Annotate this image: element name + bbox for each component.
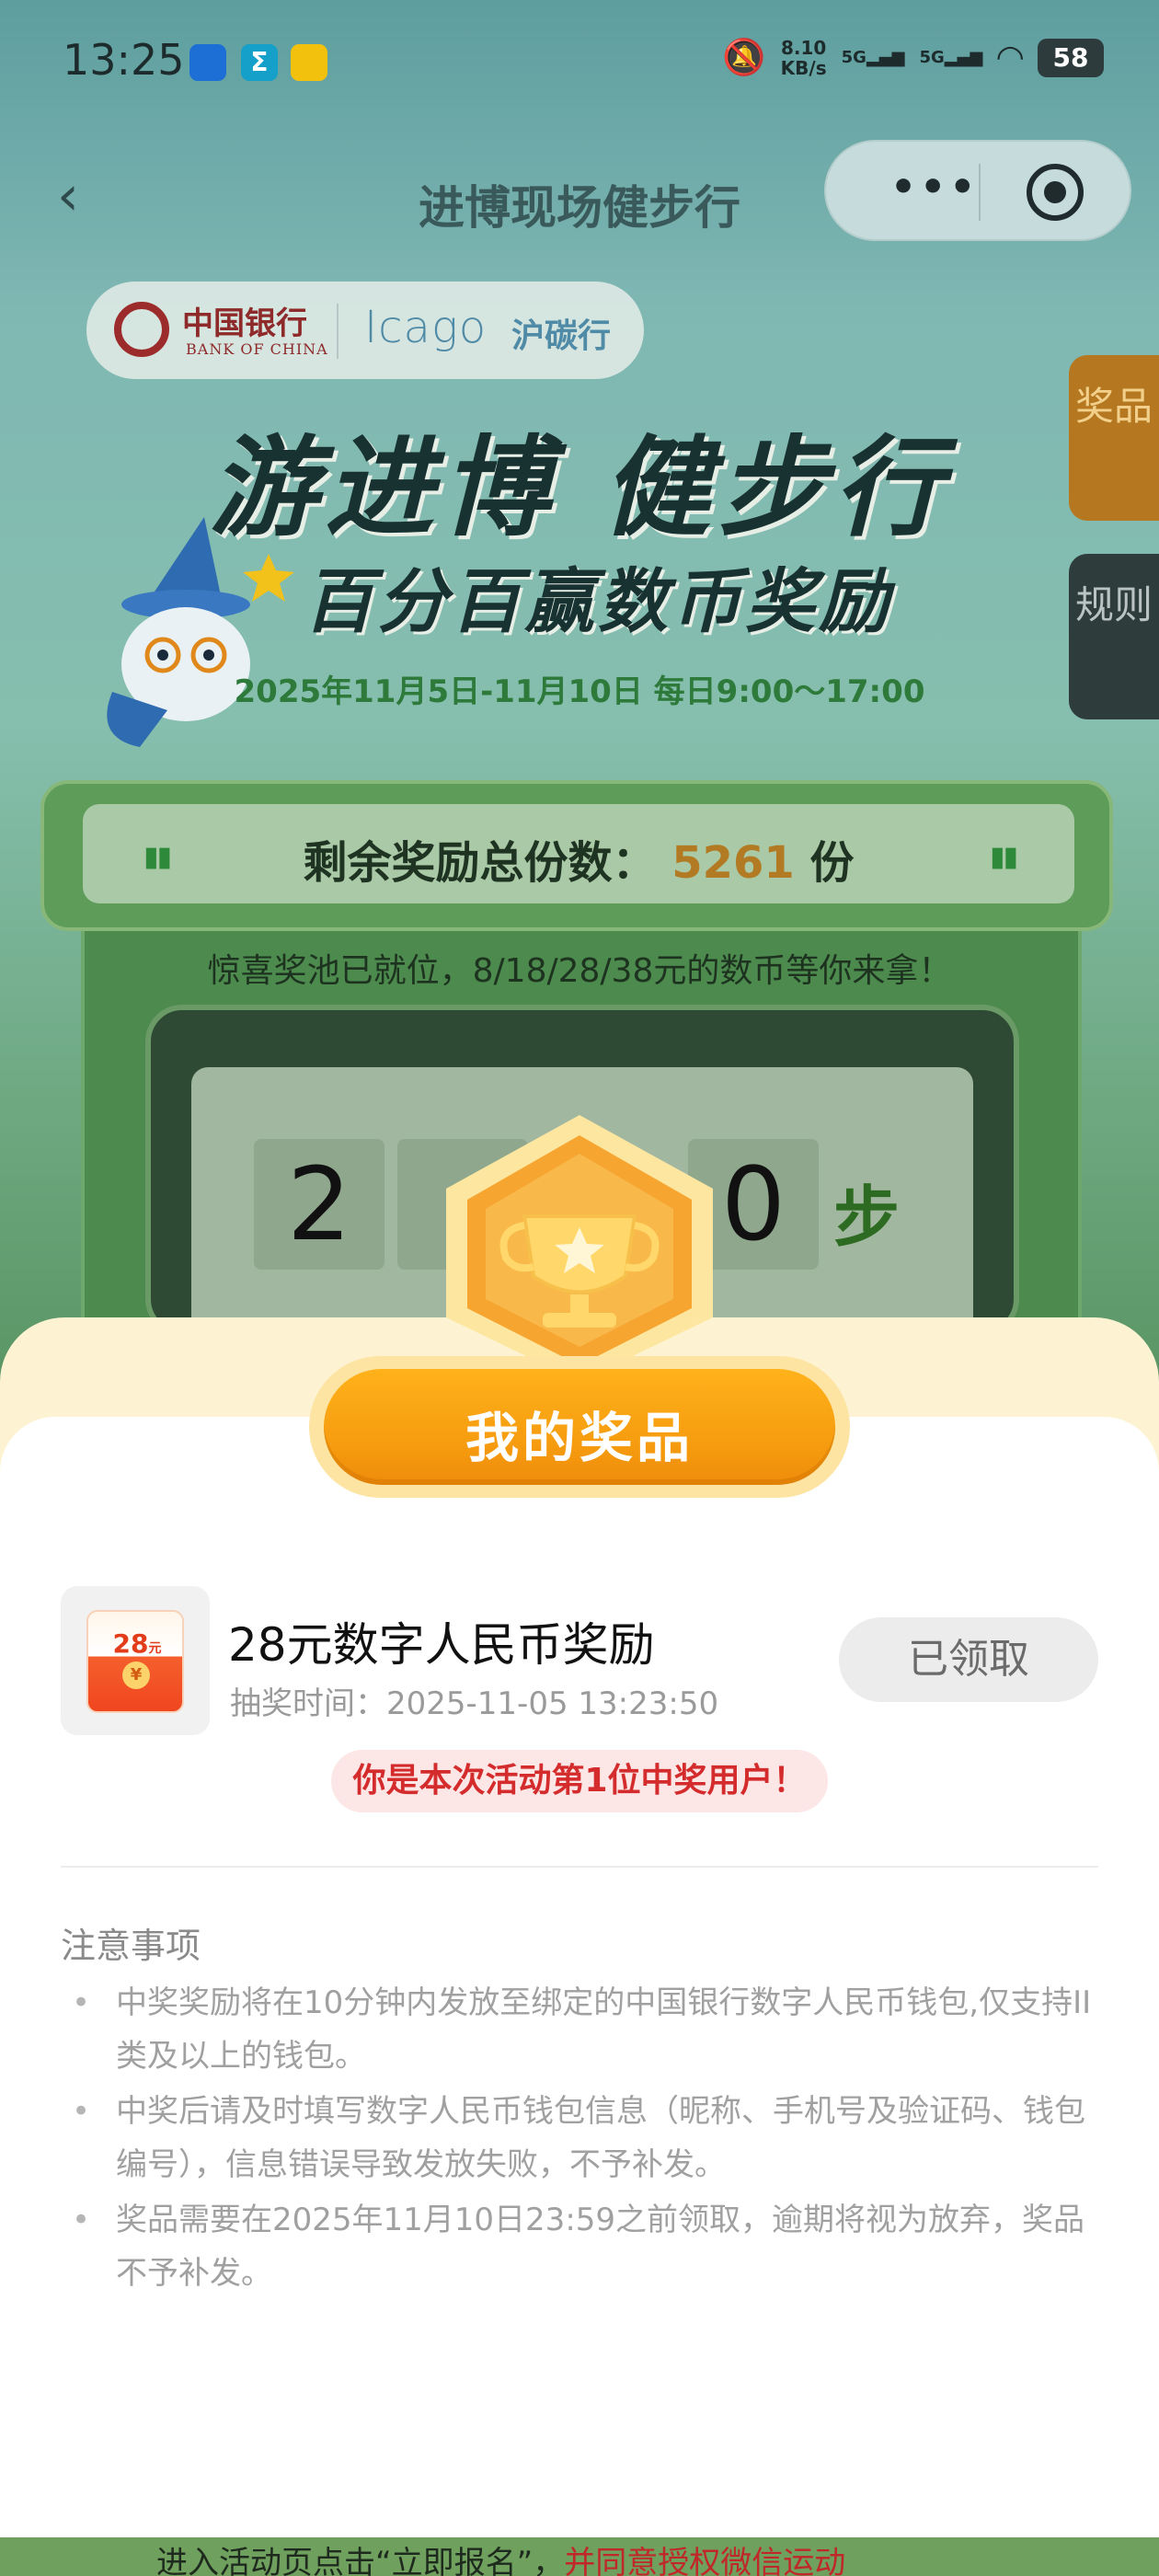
claimed-button[interactable]: 已领取 bbox=[839, 1617, 1098, 1702]
envelope-amount: 28元 bbox=[88, 1628, 186, 1659]
notice-list: 中奖奖励将在10分钟内发放至绑定的中国银行数字人民币钱包,仅支持II类及以上的钱… bbox=[61, 1976, 1098, 2302]
notice-item: 中奖奖励将在10分钟内发放至绑定的中国银行数字人民币钱包,仅支持II类及以上的钱… bbox=[61, 1976, 1098, 2083]
signal-1-label: 5G bbox=[841, 48, 866, 67]
target-icon[interactable] bbox=[1027, 164, 1084, 221]
envelope-amount-value: 28 bbox=[112, 1628, 149, 1659]
signal-icon-2: 5G▂▄▆ bbox=[919, 48, 983, 67]
sigma-app-icon: Σ bbox=[241, 44, 278, 81]
step-digit: 2 bbox=[254, 1139, 384, 1270]
prize-name: 28元数字人民币奖励 bbox=[228, 1618, 655, 1672]
remaining-text: 剩余奖励总份数： 5261 份 bbox=[83, 826, 1074, 891]
background-footer-peek: 进入活动页点击“立即报名”，并同意授权微信运动 bbox=[0, 2537, 1159, 2576]
signal-2-label: 5G bbox=[919, 48, 945, 67]
prize-time-value: 2025-11-05 13:23:50 bbox=[386, 1685, 719, 1722]
footer-peek-red: 并同意授权微信运动 bbox=[564, 2545, 846, 2576]
battery-icon: 58 bbox=[1038, 38, 1104, 77]
prize-thumbnail: 28元 ¥ bbox=[61, 1586, 210, 1735]
network-speed-value: 8.10 bbox=[780, 36, 827, 59]
hutan-logo: 沪碳行 bbox=[511, 317, 612, 355]
notice-item: 中奖后请及时填写数字人民币钱包信息（昵称、手机号及验证码、钱包编号），信息错误导… bbox=[61, 2085, 1098, 2191]
signal-icon-1: 5G▂▄▆ bbox=[841, 48, 905, 67]
remaining-count: 5261 bbox=[671, 837, 795, 889]
step-unit: 步 bbox=[833, 1179, 901, 1256]
prize-pool-text: 惊喜奖池已就位，8/18/28/38元的数币等你来拿！ bbox=[207, 952, 952, 990]
nav-bar: ‹ 进博现场健步行 ••• bbox=[0, 138, 1159, 248]
icago-logo: Icago bbox=[364, 302, 488, 353]
banner-subtitle: 百分百赢数币奖励 bbox=[304, 560, 892, 642]
capsule-divider bbox=[979, 164, 981, 221]
status-right: 🔕 8.10 KB/s 5G▂▄▆ 5G▂▄▆ ◠ 58 bbox=[722, 37, 1104, 78]
remaining-unit: 份 bbox=[809, 837, 855, 889]
app-notification-icon bbox=[189, 44, 226, 81]
winner-badge: 你是本次活动第1位中奖用户！ bbox=[331, 1750, 828, 1812]
sheet-title-pill: 我的奖品 bbox=[309, 1356, 850, 1498]
status-bar: 13:25 Σ 🔕 8.10 KB/s 5G▂▄▆ 5G▂▄▆ ◠ 58 bbox=[0, 0, 1159, 129]
logo-divider bbox=[337, 304, 339, 359]
boc-sub: BANK OF CHINA bbox=[186, 340, 328, 358]
mute-icon: 🔕 bbox=[722, 37, 766, 77]
prize-time-label: 抽奖时间： bbox=[230, 1685, 386, 1722]
right-bars-icon: ▮▮ bbox=[990, 841, 1018, 873]
section-divider bbox=[61, 1866, 1098, 1868]
footer-peek-text: 进入活动页点击“立即报名”，并同意授权微信运动 bbox=[156, 2537, 845, 2576]
copy-app-icon bbox=[291, 44, 327, 81]
more-dots-icon[interactable]: ••• bbox=[890, 164, 979, 211]
remaining-label: 剩余奖励总份数： bbox=[303, 837, 657, 889]
sponsor-logos: 中国银行 BANK OF CHINA Icago 沪碳行 bbox=[86, 282, 644, 379]
footer-peek-dark: 进入活动页点击“立即报名”， bbox=[156, 2545, 565, 2576]
status-time: 13:25 bbox=[63, 35, 185, 85]
mini-program-capsule: ••• bbox=[824, 140, 1131, 241]
remaining-panel: ▮▮ 剩余奖励总份数： 5261 份 ▮▮ bbox=[40, 780, 1113, 931]
wifi-icon: ◠ bbox=[997, 39, 1023, 76]
wizard-mascot-icon bbox=[107, 517, 294, 747]
remaining-inner: ▮▮ 剩余奖励总份数： 5261 份 ▮▮ bbox=[83, 804, 1074, 903]
network-speed: 8.10 KB/s bbox=[781, 38, 827, 78]
prize-draw-time: 抽奖时间：2025-11-05 13:23:50 bbox=[230, 1678, 718, 1723]
envelope-amount-unit: 元 bbox=[148, 1641, 162, 1656]
boc-logo-icon bbox=[114, 302, 169, 357]
boc-name: 中国银行 bbox=[182, 305, 307, 342]
red-envelope-icon: 28元 ¥ bbox=[86, 1610, 184, 1713]
notice-item: 奖品需要在2025年11月10日23:59之前领取，逾期将视为放弃，奖品不予补发… bbox=[61, 2193, 1098, 2300]
coin-icon: ¥ bbox=[122, 1662, 150, 1689]
sheet-title-inner: 我的奖品 bbox=[324, 1369, 835, 1485]
notice-title: 注意事项 bbox=[61, 1926, 201, 1966]
banner-date: 2025年11月5日-11月10日 每日9:00～17:00 bbox=[234, 673, 925, 710]
network-speed-unit: KB/s bbox=[780, 56, 827, 79]
trophy-icon bbox=[446, 1115, 713, 1373]
sheet-title: 我的奖品 bbox=[465, 1407, 694, 1469]
prize-item: 28元 ¥ 28元数字人民币奖励 抽奖时间：2025-11-05 13:23:5… bbox=[61, 1586, 1098, 1737]
